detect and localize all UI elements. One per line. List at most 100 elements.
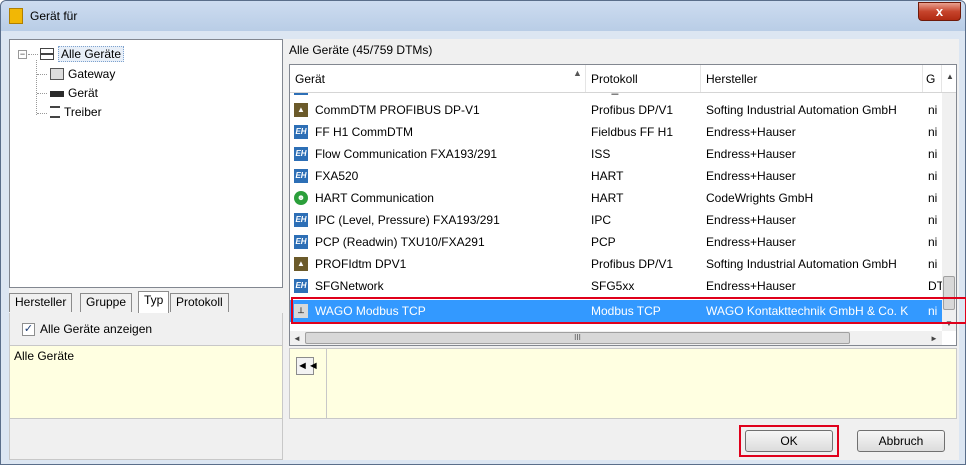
cell-g: ni [928,125,938,139]
cell-g: ni [928,169,938,183]
show-all-label[interactable]: Alle Geräte anzeigen [40,322,152,336]
cell-device: Flow Communication FXA193/291 [315,147,498,161]
horizontal-scroll-thumb[interactable]: III [305,332,850,344]
highlight-selected-row [291,297,966,324]
soft-dtm-icon: ▲ [294,257,308,271]
cell-device: PCP (Readwin) TXU10/FXA291 [315,235,485,249]
device-dialog-window: Gerät für x − Alle Geräte Gateway Gerät … [0,0,966,465]
show-all-checkbox[interactable]: ✓ [22,323,35,336]
highlight-ok-button [739,425,839,457]
tab-typ[interactable]: Typ [138,291,170,313]
cell-device: HART Communication [315,191,434,205]
sort-ascending-icon: ▲ [573,68,582,78]
gateway-icon [50,68,64,80]
cell-g: ni [928,103,938,117]
cell-manufacturer: Endress+Hauser [706,235,796,249]
cell-manufacturer: Softing Industrial Automation GmbH [706,103,897,117]
table-row[interactable]: EH FXA520 HART Endress+Hauser ni [290,165,942,187]
tree-node-label: Gerät [68,86,99,100]
cell-g: ni [928,235,938,249]
detail-divider [326,349,327,418]
table-row[interactable]: EH FF H1 CommDTM Fieldbus FF H1 Endress+Hau… [290,121,942,143]
title-bar[interactable]: Gerät für x [1,1,965,31]
show-all-row: ✓ Alle Geräte anzeigen [9,313,283,345]
cell-device: FXA520 [315,169,359,183]
table-row[interactable]: ▲ PROFIdtm DPV1 Profibus DP/V1 Softing Indu… [290,253,942,275]
column-header-protokoll[interactable]: Protokoll [586,65,701,92]
tree-node-device[interactable]: Gerät [50,85,98,102]
tree-connector [37,113,47,114]
cell-device: FF H1 CommDTM [315,125,413,139]
device-type-tree[interactable]: − Alle Geräte Gateway Gerät Treiber [9,39,283,288]
cell-g: ni [928,147,938,161]
table-row[interactable]: EH SFGNetwork SFG5xx Endress+Hauser DT [290,275,942,297]
eh-dtm-icon: EH [294,279,308,293]
cell-manufacturer: Endress+Hauser [706,213,796,227]
column-header-row: Gerät ▲ Protokoll Hersteller G ▲ [290,65,956,93]
tab-gruppe[interactable]: Gruppe [80,293,133,312]
cell-manufacturer: Softing Industrial Automation GmbH [706,257,897,271]
cell-protocol: Fieldbus FF H1 [591,125,674,139]
cell-manufacturer: Endress+Hauser [706,279,796,293]
scroll-left-arrow-icon[interactable]: ◄ [293,334,301,343]
cell-protocol: IPC [591,213,612,227]
device-icon [50,91,64,97]
dialog-client-area: − Alle Geräte Gateway Gerät Treiber Hers… [9,39,966,460]
cell-device: CommDTM PROFIBUS DP-V1 [315,103,480,117]
eh-dtm-icon: EH [294,125,308,139]
cell-protocol: SFG5xx [591,279,635,293]
folder-icon [9,8,23,24]
cell-manufacturer: Endress+Hauser [706,169,796,183]
filter-tabs: Hersteller Gruppe Typ Protokoll [9,291,283,313]
vertical-scrollbar[interactable]: ▼ [942,93,956,331]
tree-node-driver[interactable]: Treiber [50,104,102,121]
column-header-g[interactable]: G [923,65,942,92]
scroll-right-arrow-icon[interactable]: ► [930,334,938,343]
driver-icon [50,106,60,118]
eh-dtm-icon: EH [294,213,308,227]
cell-manufacturer: CodeWrights GmbH [706,191,814,205]
eh-dtm-icon: EH [294,147,308,161]
cell-manufacturer: Endress+Hauser [706,147,796,161]
tree-node-label: Gateway [68,67,116,81]
tree-connector [28,54,38,55]
cell-g: ni [928,257,938,271]
left-footer-area [9,419,283,460]
table-row[interactable]: EH Flow Communication FXA193/291 ISS Endres… [290,143,942,165]
column-header-hersteller[interactable]: Hersteller [701,65,923,92]
column-header-geraet[interactable]: Gerät ▲ [290,65,586,92]
table-row[interactable]: ☻ HART Communication HART CodeWrights GmbH n… [290,187,942,209]
tab-protokoll[interactable]: Protokoll [170,293,229,312]
soft-dtm-icon: ▲ [294,103,308,117]
cell-device: PROFIdtm DPV1 [315,257,407,271]
eh-dtm-icon: EH [294,169,308,183]
tree-connector [37,93,47,94]
cell-protocol: HART [591,169,624,183]
horizontal-scrollbar[interactable]: ◄ III ► [290,331,942,345]
tree-node-label: Treiber [64,105,102,119]
table-row[interactable]: EH IPC (Level, Pressure) FXA193/291 IPC End… [290,209,942,231]
description-text: Alle Geräte [14,349,75,363]
list-count-label: Alle Geräte (45/759 DTMs) [289,43,433,57]
eh-dtm-icon: EH [294,235,308,249]
collapse-panel-button[interactable]: ◄◄ [296,357,319,375]
tab-hersteller[interactable]: Hersteller [9,293,73,312]
table-row[interactable]: EH PCP (Readwin) TXU10/FXA291 PCP Endress+H… [290,231,942,253]
table-row[interactable]: ▲ CommDTM PROFIBUS DP-V1 Profibus DP/V1 Sof… [290,99,942,121]
window-title: Gerät für [30,9,78,23]
cell-protocol: Profibus DP/V1 [591,257,674,271]
cell-protocol: PCP [591,235,616,249]
cell-device: SFGNetwork [315,279,384,293]
cell-protocol: ISS [591,147,611,161]
cell-protocol: HART [591,191,624,205]
tree-node-gateway[interactable]: Gateway [50,66,115,83]
tree-collapse-toggle[interactable]: − [18,50,27,59]
description-panel: Alle Geräte [9,345,283,419]
cell-g: DT [928,279,942,293]
scroll-up-arrow-icon[interactable]: ▲ [946,72,954,81]
tree-connector [37,74,47,75]
tree-node-all-devices[interactable]: Alle Geräte [40,46,125,63]
cancel-button[interactable]: Abbruch [857,430,945,452]
all-devices-icon [40,48,54,60]
close-button[interactable]: x [918,2,961,21]
